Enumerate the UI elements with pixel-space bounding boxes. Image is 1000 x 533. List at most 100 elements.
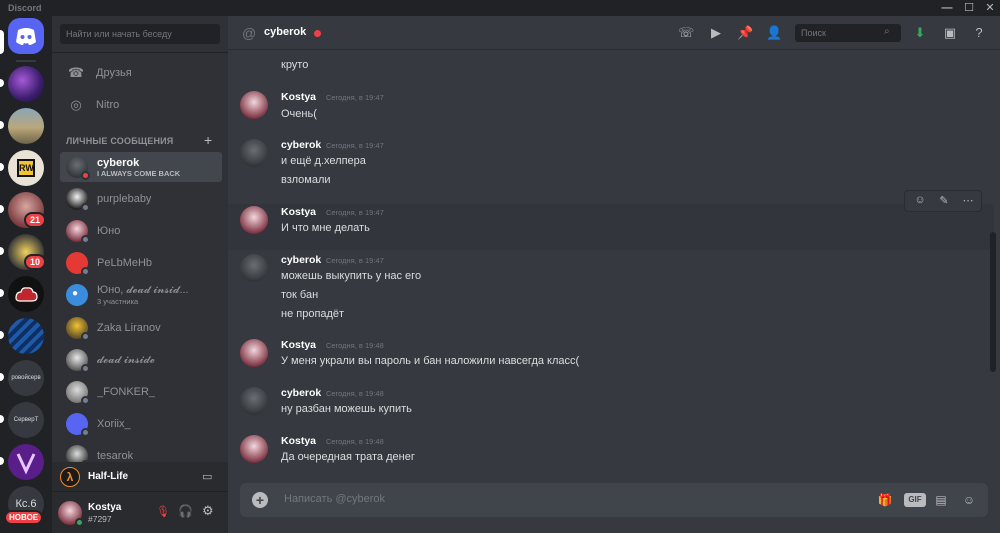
message-avatar[interactable] — [240, 206, 268, 234]
create-dm-button[interactable]: + — [204, 132, 212, 148]
user-tag: #7297 — [88, 514, 112, 524]
user-avatar[interactable] — [58, 501, 84, 527]
mention-badge: 21 — [24, 212, 47, 228]
avatar — [66, 156, 90, 180]
scrollbar[interactable] — [990, 52, 996, 482]
offline-status-icon — [81, 235, 90, 244]
message-avatar[interactable] — [240, 91, 268, 119]
settings-gear-icon[interactable]: ⚙ — [202, 503, 214, 519]
message-author[interactable]: cyberok — [281, 254, 321, 266]
video-call-icon[interactable]: ▶ — [708, 25, 724, 41]
chat-header: @ cyberok ☏ ▶ 📌 👤 Поиск ⌕ ⬇ ▣ ? — [228, 16, 1000, 50]
dm-name: cyberok — [97, 156, 140, 169]
message-avatar[interactable] — [240, 387, 268, 415]
message-author[interactable]: Kostya — [281, 339, 316, 351]
cloud-logo-icon — [15, 287, 38, 302]
message-avatar[interactable] — [240, 339, 268, 367]
dm-item[interactable]: _FONKER_ — [60, 377, 222, 407]
message-author[interactable]: Kostya — [281, 435, 316, 447]
group-icon: ● — [72, 288, 79, 299]
message-input[interactable]: Написать @cyberok — [284, 493, 385, 505]
more-icon[interactable]: ⋯ — [959, 194, 977, 207]
avatar — [66, 220, 90, 244]
nitro-nav[interactable]: ◎ Nitro — [60, 91, 222, 119]
avatar — [66, 252, 90, 276]
upload-plus-icon[interactable]: + — [252, 492, 268, 508]
server-icon[interactable]: RW — [8, 150, 44, 186]
dm-item[interactable]: PeLbMeHb — [60, 248, 222, 278]
add-reaction-icon[interactable]: ☺ — [911, 194, 929, 206]
server-icon[interactable] — [8, 276, 44, 312]
message-actions: ☺ ✎ ⋯ — [904, 190, 982, 212]
home-button[interactable] — [8, 18, 44, 54]
inbox-icon[interactable]: ▣ — [942, 25, 958, 41]
new-badge: НОВОЕ — [4, 510, 44, 525]
dm-name: Xoriix_ — [97, 418, 131, 430]
friends-nav[interactable]: ☎ Друзья — [60, 59, 222, 87]
message-author[interactable]: Kostya — [281, 206, 316, 218]
recipient-name: cyberok — [264, 26, 307, 38]
unread-pill — [0, 121, 4, 129]
dm-item[interactable]: Xoriix_ — [60, 409, 222, 439]
voice-call-icon[interactable]: ☏ — [678, 25, 694, 41]
message-text: круто — [281, 59, 309, 71]
edit-icon[interactable]: ✎ — [935, 194, 953, 207]
nitro-label: Nitro — [96, 99, 120, 111]
server-icon[interactable] — [8, 318, 44, 354]
server-icon[interactable] — [8, 444, 44, 480]
message-author[interactable]: cyberok — [281, 387, 321, 399]
message-text: Да очередная трата денег — [281, 451, 415, 463]
server-icon[interactable] — [8, 66, 44, 102]
message-avatar[interactable] — [240, 435, 268, 463]
scrollbar-thumb[interactable] — [990, 232, 996, 372]
username: Kostya — [88, 502, 122, 513]
dm-status-text: I ALWAYS COME BACK — [97, 168, 181, 178]
minimize-button[interactable]: — — [940, 1, 954, 15]
dm-sidebar: Найти или начать беседу ☎ Друзья ◎ Nitro… — [52, 16, 228, 533]
dm-name: _FONKER_ — [97, 386, 156, 398]
message-avatar[interactable] — [240, 254, 268, 282]
go-live-icon[interactable]: ▭ — [202, 470, 212, 483]
gift-icon[interactable]: 🎁 — [876, 491, 894, 509]
mute-mic-icon[interactable]: 🎙 — [156, 505, 170, 518]
close-button[interactable]: ✕ — [983, 1, 997, 15]
message-text: не пропадёт — [281, 308, 345, 320]
dm-item-group[interactable]: ● Юно, 𝓭𝓮𝓪𝓭 𝓲𝓷𝓼𝓲𝓭... 3 участника — [60, 280, 222, 310]
server-logo-icon: RW — [17, 159, 35, 177]
dm-item[interactable]: Юно — [60, 216, 222, 246]
emoji-icon[interactable]: ☺ — [960, 491, 978, 509]
dm-name: 𝓭𝓮𝓪𝓭 𝓲𝓷𝓼𝓲𝓭𝓮 — [97, 353, 155, 366]
dm-item[interactable]: purplebaby — [60, 184, 222, 214]
avatar — [66, 188, 90, 212]
help-icon[interactable]: ? — [971, 25, 987, 41]
sticker-icon[interactable]: ▤ — [932, 491, 950, 509]
dm-item-cyberok[interactable]: cyberok I ALWAYS COME BACK — [60, 152, 222, 182]
message-timestamp: Сегодня, в 19:48 — [326, 341, 384, 350]
message-avatar[interactable] — [240, 139, 268, 167]
server-icon[interactable] — [8, 108, 44, 144]
message-composer[interactable]: + Написать @cyberok 🎁 GIF ▤ ☺ — [240, 483, 988, 517]
maximize-button[interactable]: ☐ — [962, 1, 976, 15]
unread-pill — [0, 415, 4, 423]
add-friend-icon[interactable]: 👤 — [766, 25, 782, 41]
dm-section-header: ЛИЧНЫЕ СООБЩЕНИЯ — [66, 136, 174, 146]
unread-pill — [0, 205, 4, 213]
message-author[interactable]: cyberok — [281, 139, 321, 151]
server-icon[interactable]: СерверТ — [8, 402, 44, 438]
pin-icon[interactable]: 📌 — [737, 25, 753, 41]
dm-name: Юно, 𝓭𝓮𝓪𝓭 𝓲𝓷𝓼𝓲𝓭... — [97, 284, 189, 296]
offline-status-icon — [81, 203, 90, 212]
server-icon[interactable]: ровойсерв — [8, 360, 44, 396]
dm-item[interactable]: Zaka Liranov — [60, 313, 222, 343]
member-count: 3 участника — [97, 297, 139, 306]
dm-search-input[interactable]: Найти или начать беседу — [60, 24, 220, 44]
gif-button[interactable]: GIF — [904, 493, 926, 507]
message-timestamp: Сегодня, в 19:47 — [326, 141, 384, 150]
dm-item[interactable]: 𝓭𝓮𝓪𝓭 𝓲𝓷𝓼𝓲𝓭𝓮 — [60, 345, 222, 375]
message-author[interactable]: Kostya — [281, 91, 316, 103]
dm-name: tesarok — [97, 450, 134, 462]
v-logo-icon — [16, 453, 36, 475]
activity-panel[interactable]: λ Half-Life ▭ — [52, 462, 228, 492]
download-icon[interactable]: ⬇ — [912, 25, 928, 41]
headphones-icon[interactable]: 🎧 — [178, 504, 193, 518]
